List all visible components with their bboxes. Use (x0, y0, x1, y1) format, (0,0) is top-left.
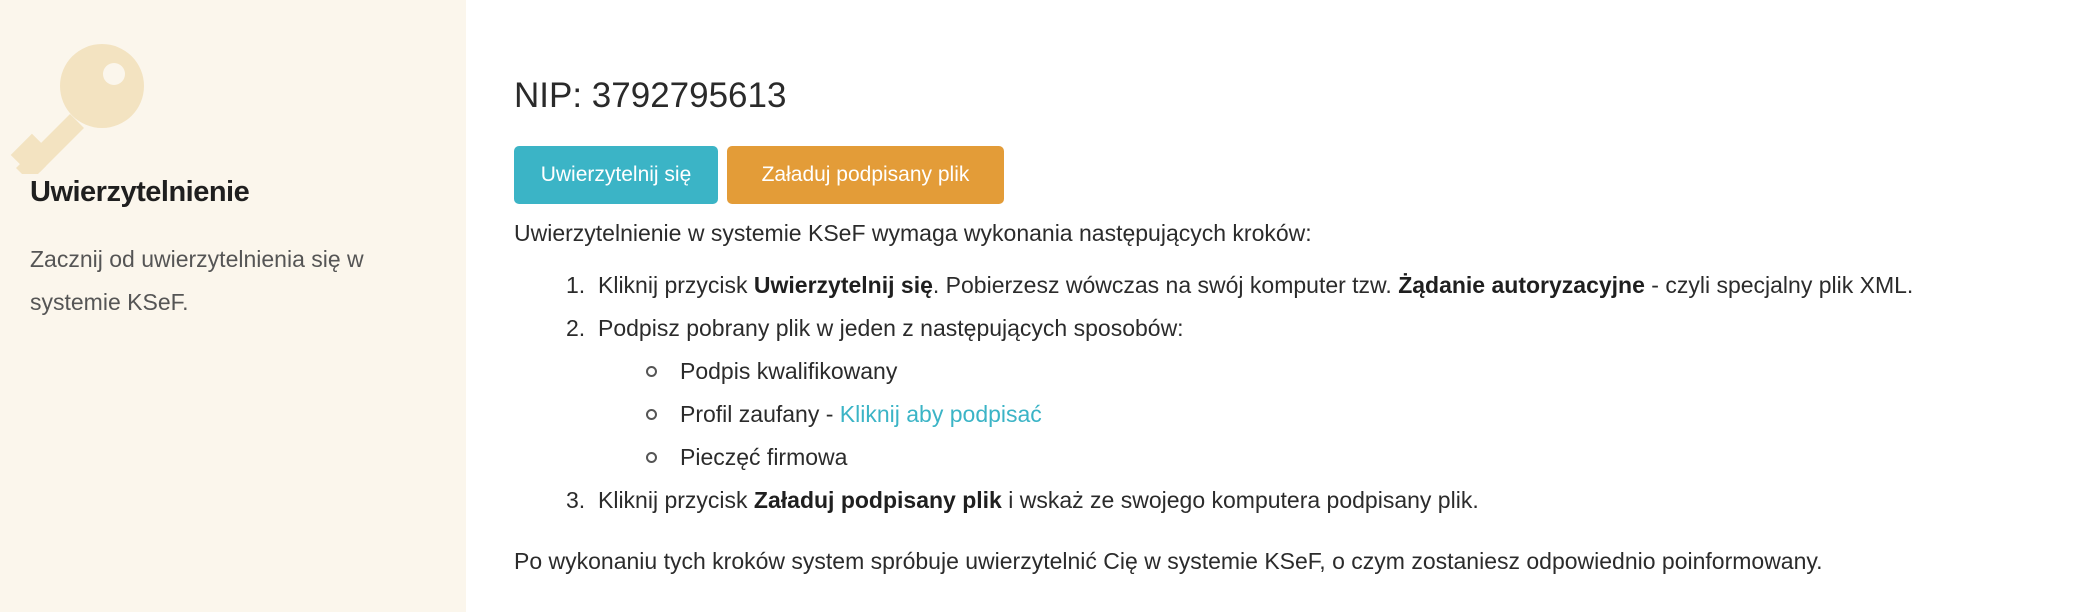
main-content: NIP: 3792795613 Uwierzytelnij się Załadu… (466, 0, 2090, 612)
instructions-intro: Uwierzytelnienie w systemie KSeF wymaga … (514, 220, 1312, 246)
instructions-outro: Po wykonaniu tych kroków system spróbuje… (514, 548, 1823, 574)
sign-with-trusted-profile-link[interactable]: Kliknij aby podpisać (840, 401, 1042, 427)
step-bold-text: Żądanie autoryzacyjne (1398, 272, 1645, 298)
bullet-icon (646, 409, 657, 420)
signing-methods-list: Podpis kwalifikowany Profil zaufany - Kl… (598, 350, 1913, 479)
steps-list: 1. Kliknij przycisk Uwierzytelnij się. P… (514, 264, 1913, 522)
list-item: Podpis kwalifikowany (598, 350, 1913, 393)
step-bold-text: Uwierzytelnij się (753, 272, 933, 298)
list-item: Profil zaufany - Kliknij aby podpisać (598, 393, 1913, 436)
sidebar-description: Zacznij od uwierzytelnienia się w system… (30, 246, 364, 315)
nip-heading: NIP: 3792795613 (514, 76, 787, 115)
step-text: . Pobierzesz wówczas na swój komputer tz… (932, 272, 1399, 298)
signing-method-label: Pieczęć firmowa (680, 444, 848, 470)
step-item: 1. Kliknij przycisk Uwierzytelnij się. P… (514, 264, 1913, 307)
bullet-icon (646, 452, 657, 463)
step-number: 3. (566, 487, 586, 513)
sidebar-title: Uwierzytelnienie (30, 176, 250, 208)
step-text: Kliknij przycisk (598, 272, 754, 298)
step-text: i wskaż ze swojego komputera podpisany p… (1001, 487, 1479, 513)
step-item: 2. Podpisz pobrany plik w jeden z następ… (514, 307, 1913, 479)
list-item: Pieczęć firmowa (598, 436, 1913, 479)
signing-method-label: Profil zaufany - (680, 401, 840, 427)
authenticate-button[interactable]: Uwierzytelnij się (514, 146, 718, 204)
step-text: Podpisz pobrany plik w jeden z następują… (598, 315, 1184, 341)
step-bold-text: Załaduj podpisany plik (753, 487, 1002, 513)
step-text: - czyli specjalny plik XML. (1644, 272, 1914, 298)
key-icon (10, 44, 144, 174)
step-number: 2. (566, 315, 586, 341)
upload-signed-file-button[interactable]: Załaduj podpisany plik (727, 146, 1004, 204)
step-text: Kliknij przycisk (598, 487, 754, 513)
bullet-icon (646, 366, 657, 377)
step-number: 1. (566, 272, 586, 298)
step-item: 3. Kliknij przycisk Załaduj podpisany pl… (514, 479, 1913, 522)
sidebar: Uwierzytelnienie Zacznij od uwierzytelni… (0, 0, 466, 612)
page-layout: Uwierzytelnienie Zacznij od uwierzytelni… (0, 0, 2090, 612)
signing-method-label: Podpis kwalifikowany (680, 358, 898, 384)
